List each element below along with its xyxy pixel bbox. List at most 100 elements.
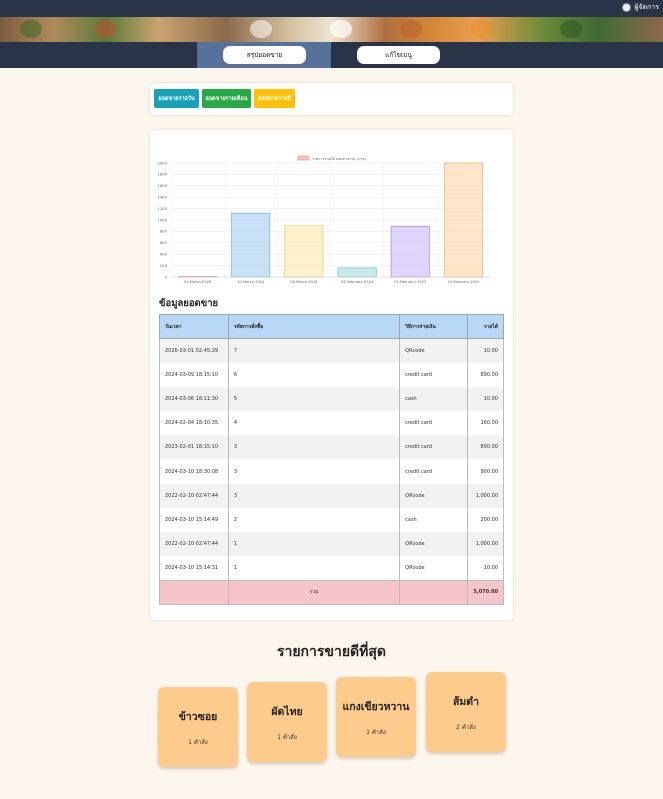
cell-payment: QRcode <box>399 556 468 581</box>
bar <box>390 225 430 278</box>
y-tick-label: 600 <box>160 240 168 245</box>
cell-income: 890.00 <box>466 362 505 387</box>
x-tick-label: 10-March-2024 <box>237 280 265 284</box>
y-tick-label: 1400 <box>157 195 167 200</box>
cell-payment: QRcode <box>399 338 468 363</box>
legend-swatch <box>297 155 310 161</box>
cell-income: 890.00 <box>466 435 505 460</box>
total-row: รวม 5,070.00 <box>159 579 505 606</box>
y-tick-label: 400 <box>160 252 168 257</box>
y-tick-label: 2000 <box>157 160 167 165</box>
best-seller-count: 1 คำสั่ง <box>366 729 386 736</box>
best-seller-count: 2 คำสั่ง <box>456 724 476 731</box>
top-header: ผู้จัดการ <box>0 0 663 17</box>
cell-datetime: 2022-02-10 02:47:44 <box>159 532 229 557</box>
table-row: 2024-03-10 15:14:31 1 QRcode 10.00 <box>159 556 505 581</box>
x-tick-label: 06-March-2024 <box>290 280 318 284</box>
best-seller-count: 1 คำสั่ง <box>188 739 208 746</box>
cell-datetime: 2024-03-09 18:15:10 <box>159 362 229 387</box>
cell-income: 1,000.00 <box>466 483 505 508</box>
cell-order-id: 3 <box>227 435 401 460</box>
user-avatar-icon <box>622 3 632 12</box>
bar <box>284 225 324 278</box>
daily-sales-button[interactable]: ยอดขายรายวัน <box>154 89 199 108</box>
cell-datetime: 2024-03-10 15:14:49 <box>159 507 229 532</box>
total-label: รวม <box>227 579 401 606</box>
cell-datetime: 2024-02-04 18:10:35 <box>159 411 229 436</box>
cell-order-id: 6 <box>227 362 401 387</box>
admin-menu[interactable]: ผู้จัดการ <box>622 2 659 13</box>
total-spacer <box>159 579 229 606</box>
col-order-id: รหัสการสั่งซื้อ <box>227 314 401 339</box>
x-tick-label: 01-March-2026 <box>184 280 212 284</box>
best-seller-name: ผัดไทย <box>271 706 303 718</box>
cell-order-id: 2 <box>227 507 401 532</box>
sales-table: วันเวลา รหัสการสั่งซื้อ วิธีการจ่ายเงิน … <box>159 314 505 606</box>
best-seller-card[interactable]: ข้าวซอย 1 คำสั่ง <box>158 687 238 767</box>
cell-order-id: 3 <box>227 459 401 484</box>
table-row: 2024-03-09 18:15:10 6 credit card 890.00 <box>159 362 505 387</box>
y-tick-label: 200 <box>160 263 168 268</box>
cell-payment: QRcode <box>399 483 468 508</box>
cell-datetime: 2024-03-06 18:11:30 <box>159 386 229 412</box>
best-seller-card[interactable]: ส้มตำ 2 คำสั่ง <box>426 672 506 752</box>
table-row: 2022-02-10 02:47:44 1 QRcode 1,000.00 <box>159 532 505 557</box>
best-seller-card[interactable]: ผัดไทย 1 คำสั่ง <box>247 682 327 762</box>
bar <box>337 267 377 278</box>
nav-edit-menu[interactable]: แก้ไขเมนู <box>357 46 440 64</box>
cell-datetime: 2023-02-01 18:15:10 <box>159 435 229 460</box>
cell-payment: credit card <box>399 435 468 460</box>
cell-order-id: 1 <box>227 532 401 557</box>
food-banner <box>0 17 663 42</box>
table-header-row: วันเวลา รหัสการสั่งซื้อ วิธีการจ่ายเงิน … <box>159 314 505 339</box>
monthly-sales-button[interactable]: ยอดขายรายเดือน <box>202 89 251 108</box>
table-row: 2024-02-04 18:10:35 4 credit card 160.00 <box>159 411 505 436</box>
x-tick-label: 10-February-2022 <box>447 280 479 284</box>
total-value: 5,070.00 <box>466 579 505 606</box>
table-row: 2024-03-10 15:14:49 2 cash 200.00 <box>159 507 505 532</box>
cell-datetime: 2024-03-10 15:14:31 <box>159 556 229 581</box>
best-seller-name: ส้มตำ <box>452 696 480 708</box>
cell-income: 1,000.00 <box>466 532 505 557</box>
table-row: 2022-02-10 02:47:44 3 QRcode 1,000.00 <box>159 483 505 508</box>
cell-order-id: 1 <box>227 556 401 581</box>
best-seller-name: แกงเขียวหวาน <box>342 701 410 713</box>
admin-label: ผู้จัดการ <box>634 3 659 11</box>
y-tick-label: 1200 <box>157 206 167 211</box>
cell-payment: QRcode <box>399 532 468 557</box>
cell-order-id: 7 <box>227 338 401 363</box>
best-seller-count: 1 คำสั่ง <box>277 734 297 741</box>
yearly-sales-button[interactable]: ยอดขายรายปี <box>254 89 295 108</box>
cell-income: 10.00 <box>466 386 505 412</box>
cell-payment: credit card <box>399 362 468 387</box>
cell-datetime: 2022-02-10 02:47:44 <box>159 483 229 508</box>
bar <box>231 212 271 278</box>
nav-sales-summary[interactable]: สรุปยอดขาย <box>223 46 306 64</box>
legend-label: รายการขายได้ ยอดขายรวม (บาท) <box>312 156 367 161</box>
y-tick-label: 1600 <box>157 183 167 188</box>
x-tick-label: 04-February-2024 <box>341 280 374 284</box>
best-seller-card[interactable]: แกงเขียวหวาน 1 คำสั่ง <box>336 677 416 757</box>
filter-card: ยอดขายรายวัน ยอดขายรายเดือน ยอดขายรายปี <box>150 83 513 115</box>
bar <box>443 162 483 278</box>
y-tick-label: 0 <box>165 274 168 279</box>
sales-card: รายการขายได้ ยอดขายรวม (บาท) 2000 1800 1600… <box>150 130 513 620</box>
cell-income: 900.00 <box>466 459 505 484</box>
cell-payment: cash <box>399 386 468 412</box>
cell-payment: credit card <box>399 411 468 436</box>
col-datetime: วันเวลา <box>159 314 229 339</box>
y-tick-label: 1000 <box>157 217 167 222</box>
cell-income: 160.00 <box>466 411 505 436</box>
table-row: 2024-03-06 18:11:30 5 cash 10.00 <box>159 386 505 412</box>
sales-table-title: ข้อมูลยอดขาย <box>159 298 219 309</box>
cell-order-id: 5 <box>227 386 401 412</box>
cell-order-id: 4 <box>227 411 401 436</box>
best-sellers-title: รายการขายดีที่สุด <box>276 644 387 660</box>
cell-payment: credit card <box>399 459 468 484</box>
x-tick-label: 01-February-2023 <box>394 280 426 284</box>
col-income: รายได้ <box>466 314 505 339</box>
col-payment: วิธีการจ่ายเงิน <box>399 314 468 339</box>
table-row: 2024-03-10 18:30:08 3 credit card 900.00 <box>159 459 505 484</box>
best-seller-name: ข้าวซอย <box>178 711 218 723</box>
table-row: 2026-03-01 02:45:29 7 QRcode 10.00 <box>159 338 505 363</box>
